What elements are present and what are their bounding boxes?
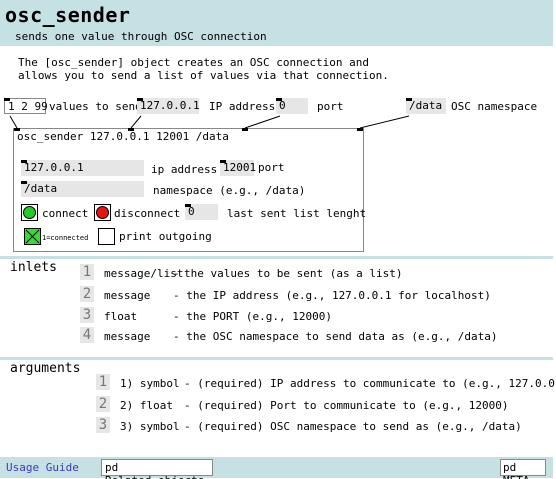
ip-address-label: IP address (209, 100, 276, 113)
inlet-marker (276, 98, 282, 101)
arguments-title: arguments (10, 361, 81, 376)
inlet-4-desc: - the OSC namespace to send data as (e.g… (173, 330, 498, 343)
last-sent-label: last sent list lenght (227, 207, 367, 220)
inlet-3-number: 3 (80, 307, 94, 323)
inlet-marker (406, 98, 412, 101)
argument-2-desc: - (required) Port to communicate to (e.g… (184, 399, 509, 412)
namespace-atom[interactable]: /data (406, 98, 446, 114)
connect-bang[interactable] (21, 204, 38, 221)
sub-namespace-label: namespace (e.g., /data) (153, 184, 306, 197)
sub-namespace-atom[interactable]: /data (21, 181, 144, 197)
connect-label: connect (42, 207, 89, 220)
inlets-title: inlets (10, 260, 57, 275)
object-text: osc_sender 127.0.0.1 12001 /data (17, 130, 229, 143)
usage-guide-link[interactable]: Usage Guide (6, 461, 79, 474)
disconnect-label: disconnect (114, 207, 181, 220)
description-line-2: allows you to send a list of values via … (18, 69, 389, 82)
argument-1-number: 1 (96, 374, 110, 390)
list-message-box[interactable]: 1 2 99 (4, 98, 48, 114)
argument-1-desc: - (required) IP address to communicate t… (184, 377, 556, 390)
inlet-marker (185, 204, 191, 207)
inlet-1-number: 1 (80, 264, 94, 280)
inlet-marker (21, 181, 27, 184)
inlet-2-desc: - the IP address (e.g., 127.0.0.1 for lo… (173, 289, 491, 302)
arguments-divider (0, 357, 553, 360)
disconnect-bang-icon (96, 206, 109, 219)
argument-2-type: 2) float (120, 399, 173, 412)
connected-toggle[interactable] (24, 228, 41, 245)
inlet-marker (137, 98, 143, 101)
toggle-x-icon (25, 229, 40, 244)
inlet-2-type: message (104, 289, 151, 302)
inlets-divider (0, 256, 553, 259)
argument-1-type: 1) symbol (120, 377, 180, 390)
print-label: print outgoing (119, 230, 212, 243)
inlet-1-marker (14, 128, 20, 131)
inlet-1-desc-dash: - (173, 267, 180, 280)
inlet-marker (220, 160, 226, 163)
inlet-2-number: 2 (80, 286, 94, 302)
page-title: osc_sender (5, 3, 131, 27)
port-label: port (317, 100, 344, 113)
inlet-3-type: float (104, 310, 138, 323)
page-subtitle: sends one value through OSC connection (15, 30, 267, 43)
namespace-label: OSC namespace (451, 100, 538, 113)
argument-2-number: 2 (96, 396, 110, 412)
sub-ip-label: ip address (151, 163, 218, 176)
disconnect-bang[interactable] (94, 204, 111, 221)
inlet-marker (21, 160, 27, 163)
sub-port-label: port (258, 161, 285, 174)
description-line-1: The [osc_sender] object creates an OSC c… (18, 56, 369, 69)
connected-label: 1=connected (42, 234, 89, 242)
header-bar: osc_sender sends one value through OSC c… (0, 0, 553, 46)
inlet-marker (4, 98, 10, 101)
inlet-1-desc: the values to be sent (as a list) (184, 267, 403, 280)
inlet-4-number: 4 (80, 327, 94, 343)
footer-bar (0, 457, 553, 478)
list-label: values to send (49, 100, 142, 113)
inlet-4-type: message (104, 330, 151, 343)
ip-address-atom[interactable]: 127.0.0.1 (137, 98, 200, 114)
argument-3-number: 3 (96, 417, 110, 433)
inlet-3-marker (242, 128, 248, 131)
argument-3-type: 3) symbol (120, 420, 180, 433)
inlet-2-marker (128, 128, 134, 131)
related-objects-subpatch[interactable]: pd Related_objects (101, 459, 213, 479)
argument-3-desc: - (required) OSC namespace to send as (e… (184, 420, 522, 433)
print-toggle[interactable] (98, 228, 115, 245)
meta-subpatch[interactable]: pd META (500, 459, 546, 479)
inlet-4-marker (357, 128, 363, 131)
sub-ip-atom[interactable]: 127.0.0.1 (21, 160, 144, 176)
inlet-3-desc: - the PORT (e.g., 12000) (173, 310, 332, 323)
connect-bang-icon (23, 206, 36, 219)
